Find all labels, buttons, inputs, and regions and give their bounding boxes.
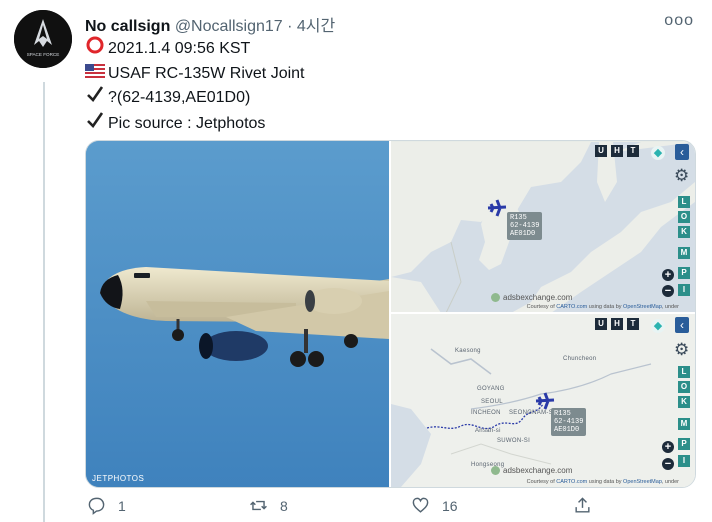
- carto-link[interactable]: CARTO.com: [556, 304, 587, 310]
- adsbexchange-logo: adsbexchange.com: [491, 466, 572, 475]
- map-key-k[interactable]: K: [678, 226, 690, 238]
- thread-line: [43, 82, 45, 522]
- map-key-k[interactable]: K: [678, 396, 690, 408]
- city-label: INCHEON: [471, 410, 501, 416]
- avatar[interactable]: SPACE FORCE: [14, 10, 72, 68]
- tweet-time[interactable]: 4시간: [297, 18, 335, 35]
- city-label: Chuncheon: [563, 356, 597, 362]
- map-attribution: Courtesy of CARTO.com using data by Open…: [526, 479, 679, 485]
- map-key-p[interactable]: P: [678, 438, 690, 450]
- settings-gear-icon[interactable]: ⚙: [674, 166, 689, 186]
- city-label: Ansan-si: [475, 428, 501, 434]
- city-label: GOYANG: [477, 386, 505, 392]
- us-flag-icon: [85, 62, 105, 86]
- zoom-out-icon[interactable]: −: [662, 285, 674, 297]
- map-attribution: Courtesy of CARTO.com using data by Open…: [526, 304, 679, 310]
- tweet-header: No callsign @Nocallsign17 · 4시간: [85, 12, 335, 36]
- adsb-logo-icon: [491, 293, 500, 302]
- tweet-line-text: 2021.1.4 09:56 KST: [108, 40, 251, 57]
- reply-count: 1: [118, 497, 126, 514]
- media-grid[interactable]: JETPHOTOS U H T ◆ ‹ ⚙ L O K M + − P I R1: [85, 140, 696, 488]
- aircraft-marker-icon[interactable]: [487, 199, 507, 217]
- city-label: SUWON-SI: [497, 438, 531, 444]
- zoom-in-icon[interactable]: +: [662, 441, 674, 453]
- heart-icon: [412, 497, 429, 513]
- map-button-u[interactable]: U: [595, 145, 607, 157]
- map-key-o[interactable]: O: [678, 381, 690, 393]
- avatar-text: SPACE FORCE: [27, 52, 60, 57]
- tweet-line-registration: ?(62-4139,AE01D0): [85, 85, 305, 111]
- zoom-out-icon[interactable]: −: [662, 458, 674, 470]
- map-key-m[interactable]: M: [678, 247, 690, 259]
- map-key-o[interactable]: O: [678, 211, 690, 223]
- aircraft-photo[interactable]: JETPHOTOS: [86, 141, 389, 487]
- aircraft-label: R135 62-4139 AE01D0: [507, 212, 543, 240]
- layers-icon[interactable]: ◆: [651, 319, 665, 333]
- osm-link[interactable]: OpenStreetMap: [623, 304, 662, 310]
- map-key-i[interactable]: I: [678, 284, 690, 296]
- tweet-line-text: USAF RC-135W Rivet Joint: [108, 64, 305, 82]
- map-key-l[interactable]: L: [678, 196, 690, 208]
- like-button[interactable]: 16: [411, 496, 458, 515]
- tweet-line-datetime: 2021.1.4 09:56 KST: [85, 36, 305, 62]
- share-button[interactable]: [573, 496, 604, 515]
- map-panel-wide[interactable]: U H T ◆ ‹ ⚙ L O K M + − P I R135 62-4139 A…: [391, 141, 695, 312]
- like-count: 16: [442, 497, 458, 514]
- map-key-l[interactable]: L: [678, 366, 690, 378]
- layers-icon[interactable]: ◆: [651, 146, 665, 160]
- osm-link[interactable]: OpenStreetMap: [623, 479, 662, 485]
- map-button-h[interactable]: H: [611, 145, 623, 157]
- map-button-t[interactable]: T: [627, 318, 639, 330]
- retweet-count: 8: [280, 497, 288, 514]
- map-key-p[interactable]: P: [678, 267, 690, 279]
- tweet-actions: 1 8 16: [85, 496, 695, 520]
- settings-gear-icon[interactable]: ⚙: [674, 340, 689, 360]
- separator: ·: [287, 18, 293, 35]
- map-button-t[interactable]: T: [627, 145, 639, 157]
- city-label: Kaesong: [455, 348, 481, 354]
- map-button-u[interactable]: U: [595, 318, 607, 330]
- tweet-line-text: Pic source : Jetphotos: [108, 114, 266, 132]
- tweet-text: 2021.1.4 09:56 KST USAF RC-135W Rivet Jo…: [85, 36, 305, 136]
- check-mark-icon: [85, 111, 105, 137]
- reply-icon: [88, 497, 105, 515]
- photo-credit: JETPHOTOS: [92, 474, 145, 483]
- collapse-arrow-icon[interactable]: ‹: [675, 144, 689, 160]
- city-label: SEOUL: [481, 399, 503, 405]
- more-options-icon[interactable]: ooo: [664, 12, 694, 30]
- reply-button[interactable]: 1: [87, 496, 126, 515]
- author-handle[interactable]: @Nocallsign17: [175, 18, 283, 35]
- aircraft-label: R135 62-4139 AE01D0: [551, 408, 587, 436]
- retweet-icon: [250, 500, 267, 511]
- check-mark-icon: [85, 85, 105, 111]
- share-icon: [575, 497, 590, 513]
- zoom-in-icon[interactable]: +: [662, 269, 674, 281]
- tweet-line-source: Pic source : Jetphotos: [85, 111, 305, 137]
- rc135-aircraft-image: [86, 141, 389, 487]
- space-force-logo-icon: SPACE FORCE: [14, 10, 72, 68]
- tweet-line-text: ?(62-4139,AE01D0): [108, 89, 251, 106]
- city-label: SEONGNAM-SI: [509, 410, 555, 416]
- map-background: [391, 142, 695, 312]
- collapse-arrow-icon[interactable]: ‹: [675, 317, 689, 333]
- red-circle-icon: [85, 36, 105, 62]
- retweet-button[interactable]: 8: [249, 496, 288, 515]
- tweet-line-aircraft: USAF RC-135W Rivet Joint: [85, 62, 305, 86]
- map-key-m[interactable]: M: [678, 418, 690, 430]
- adsbexchange-logo: adsbexchange.com: [491, 293, 572, 302]
- adsb-logo-icon: [491, 466, 500, 475]
- map-key-i[interactable]: I: [678, 455, 690, 467]
- author-name[interactable]: No callsign: [85, 18, 170, 35]
- carto-link[interactable]: CARTO.com: [556, 479, 587, 485]
- map-panel-zoomed[interactable]: Kaesong Chuncheon GOYANG SEOUL INCHEON S…: [391, 314, 695, 487]
- map-button-h[interactable]: H: [611, 318, 623, 330]
